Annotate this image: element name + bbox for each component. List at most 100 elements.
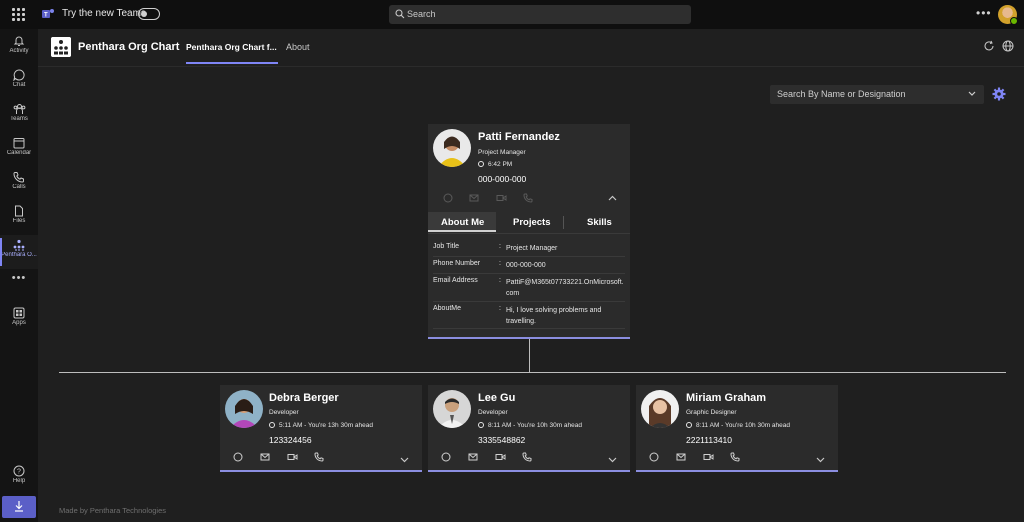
tab-org-chart[interactable]: Penthara Org Chart f...	[186, 42, 277, 52]
rail-item-help[interactable]: ? Help	[0, 461, 38, 495]
report-local-time: 8:11 AM - You're 10h 30m ahead	[686, 422, 790, 429]
search-icon	[395, 9, 405, 19]
rail-label: Files	[12, 218, 26, 224]
user-avatar[interactable]	[998, 5, 1018, 25]
teams-icon	[13, 104, 25, 114]
detail-key: Job Title	[433, 243, 460, 250]
app-header: Penthara Org Chart Penthara Org Chart f.…	[38, 29, 1024, 67]
manager-name: Patti Fernandez	[478, 131, 560, 143]
rail-label: Activity	[9, 48, 29, 54]
chevron-down-icon[interactable]	[608, 456, 617, 464]
tab-projects[interactable]: Projects	[513, 217, 551, 228]
phone-icon[interactable]	[314, 452, 324, 462]
detail-row-about-me: AboutMe : Hi, I love solving problems an…	[428, 305, 630, 329]
chat-icon	[13, 69, 25, 81]
phone-icon[interactable]	[730, 452, 740, 462]
detail-divider	[433, 256, 625, 257]
penthara-logo-icon	[51, 37, 71, 57]
rail-item-chat[interactable]: Chat	[0, 65, 38, 99]
more-options-button[interactable]: •••	[976, 6, 992, 20]
phone-icon[interactable]	[523, 193, 533, 203]
search-placeholder: Search	[407, 9, 436, 19]
chat-icon[interactable]	[233, 452, 243, 462]
clock-icon	[269, 422, 275, 428]
rail-item-activity[interactable]: Activity	[0, 31, 38, 65]
org-chart-icon	[13, 239, 25, 251]
apps-icon	[13, 307, 25, 319]
refresh-icon[interactable]	[983, 40, 995, 52]
settings-gear-icon[interactable]	[992, 87, 1006, 101]
tab-skills[interactable]: Skills	[587, 217, 612, 228]
clock-icon	[686, 422, 692, 428]
miriam-avatar	[641, 390, 679, 428]
rail-item-apps[interactable]: Apps	[0, 303, 38, 337]
clock-icon	[478, 422, 484, 428]
report-phone: 123324456	[269, 435, 312, 445]
chat-icon[interactable]	[443, 193, 453, 203]
chevron-down-icon[interactable]	[400, 456, 409, 464]
report-role: Developer	[478, 409, 508, 416]
rail-item-teams[interactable]: Teams	[0, 99, 38, 133]
download-button[interactable]	[2, 496, 36, 518]
chevron-down-icon	[968, 91, 976, 96]
mail-icon[interactable]	[469, 193, 479, 203]
top-bar: T Try the new Teams Search •••	[0, 0, 1024, 29]
search-by-placeholder: Search By Name or Designation	[777, 89, 906, 99]
app-title: Penthara Org Chart	[78, 41, 180, 53]
report-role: Developer	[269, 409, 299, 416]
detail-row-phone: Phone Number : 000-000-000	[428, 260, 630, 272]
org-connector-horizontal	[59, 372, 1006, 373]
detail-separator: :	[499, 260, 501, 267]
rail-more-button[interactable]: •••	[0, 272, 38, 284]
new-teams-toggle[interactable]	[138, 8, 160, 20]
detail-divider	[433, 301, 625, 302]
report-role: Graphic Designer	[686, 409, 737, 416]
rail-label: Chat	[12, 82, 26, 88]
detail-row-email: Email Address : PattiF@M365t07733221.OnM…	[428, 277, 630, 301]
report-name: Debra Berger	[269, 392, 339, 404]
video-icon[interactable]	[496, 193, 507, 203]
tab-about[interactable]: About	[286, 42, 310, 52]
svg-text:T: T	[44, 13, 48, 19]
chevron-up-icon[interactable]	[608, 194, 617, 202]
help-icon: ?	[13, 465, 25, 477]
search-by-name-dropdown[interactable]: Search By Name or Designation	[770, 85, 984, 104]
try-new-teams-label: Try the new Teams	[62, 8, 146, 19]
bell-icon	[13, 36, 25, 46]
globe-icon[interactable]	[1002, 40, 1014, 52]
detail-key: Phone Number	[433, 260, 481, 267]
app-launcher-icon[interactable]	[12, 8, 25, 21]
video-icon[interactable]	[287, 452, 298, 462]
detail-key: Email Address	[433, 277, 478, 284]
rail-item-calls[interactable]: Calls	[0, 167, 38, 201]
presence-available-icon	[1010, 17, 1018, 25]
rail-item-penthara-org-chart[interactable]: Penthara O...	[0, 235, 38, 269]
mail-icon[interactable]	[676, 452, 686, 462]
tab-about-me[interactable]: About Me	[441, 217, 484, 228]
rail-item-calendar[interactable]: Calendar	[0, 133, 38, 167]
manager-detail-tabs: About Me Projects Skills	[428, 212, 630, 234]
clock-icon	[478, 161, 484, 167]
rail-label: Calendar	[6, 150, 32, 156]
manager-role: Project Manager	[478, 149, 526, 156]
detail-value: Hi, I love solving problems and travelli…	[506, 307, 602, 325]
download-icon	[15, 501, 23, 512]
calendar-icon	[13, 138, 25, 149]
video-icon[interactable]	[703, 452, 714, 462]
report-card-debra-berger: Debra Berger Developer 5:11 AM - You're …	[220, 385, 422, 472]
report-card-lee-gu: Lee Gu Developer 8:11 AM - You're 10h 30…	[428, 385, 630, 472]
mail-icon[interactable]	[260, 452, 270, 462]
phone-icon[interactable]	[522, 452, 532, 462]
detail-separator: :	[499, 305, 501, 312]
chevron-down-icon[interactable]	[816, 456, 825, 464]
chat-icon[interactable]	[649, 452, 659, 462]
detail-separator: :	[499, 243, 501, 250]
footer-credit: Made by Penthara Technologies	[59, 506, 167, 515]
search-input[interactable]: Search	[389, 5, 691, 24]
chat-icon[interactable]	[441, 452, 451, 462]
rail-item-files[interactable]: Files	[0, 201, 38, 235]
rail-label: Help	[12, 478, 26, 484]
mail-icon[interactable]	[468, 452, 478, 462]
detail-value: 000-000-000	[506, 262, 546, 269]
video-icon[interactable]	[495, 452, 506, 462]
